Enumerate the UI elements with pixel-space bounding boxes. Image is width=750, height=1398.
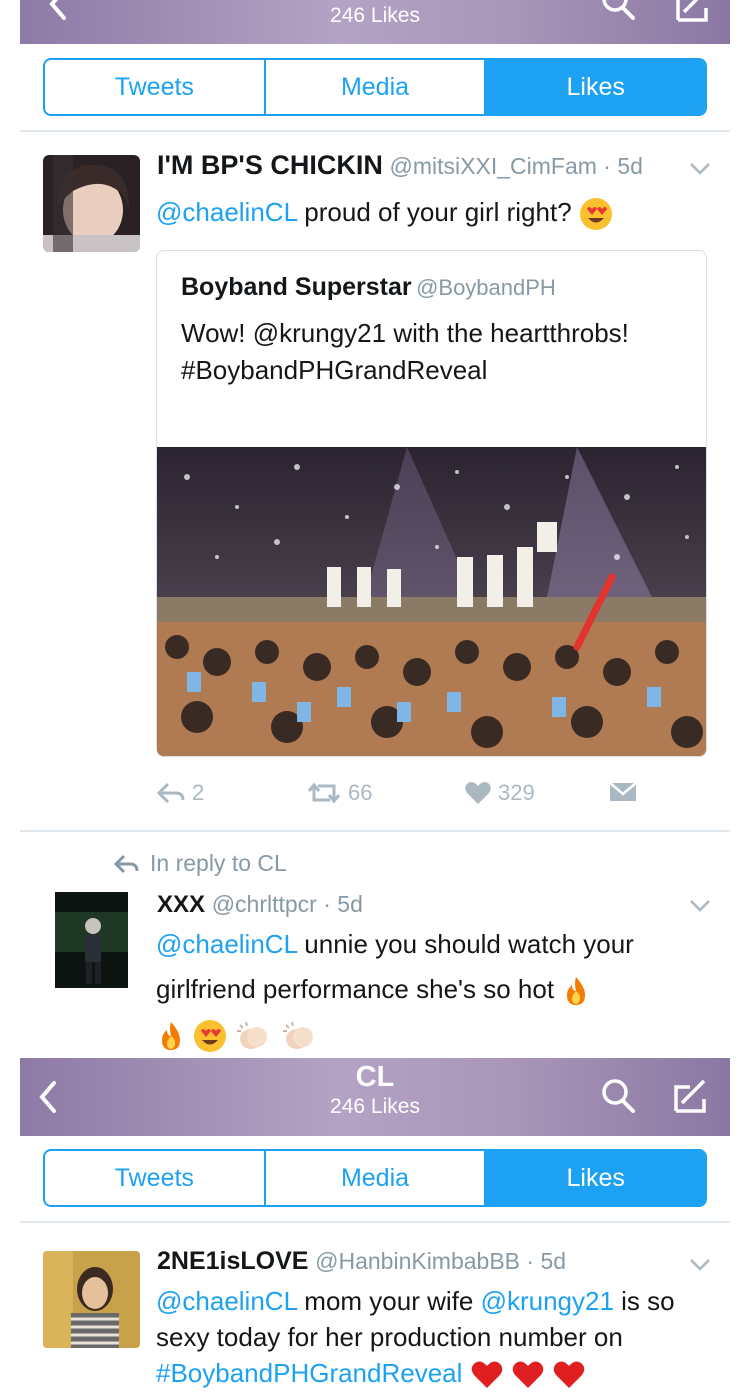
back-icon[interactable] — [38, 0, 82, 26]
display-name[interactable]: 2NE1isLOVE — [157, 1247, 308, 1275]
avatar[interactable] — [55, 892, 128, 988]
clapping-hands-emoji-icon — [282, 1021, 313, 1050]
chevron-down-icon[interactable] — [689, 162, 711, 176]
fire-emoji-icon — [162, 1022, 180, 1051]
timestamp: 5d — [540, 1248, 567, 1274]
divider — [20, 1221, 730, 1223]
timestamp: 5d — [617, 153, 643, 179]
red-heart-emoji-icon — [512, 1361, 544, 1389]
top-nav-bar: 246 Likes — [20, 0, 730, 44]
red-heart-emoji-icon — [471, 1361, 502, 1389]
display-name[interactable]: XXX — [157, 891, 205, 918]
like-button[interactable]: 329 — [464, 780, 535, 806]
tweet-text: @chaelinCL unnie you should watch your g… — [156, 922, 726, 1057]
mention-link[interactable]: @krungy21 — [481, 1286, 614, 1316]
tweet-header: XXX @chrlttpcr · 5d — [157, 891, 363, 918]
search-icon[interactable] — [596, 0, 640, 26]
retweet-icon — [307, 782, 341, 804]
avatar[interactable] — [43, 155, 140, 252]
divider — [20, 830, 730, 832]
tweet-header: I'M BP'S CHICKIN @mitsiXXI_CimFam · 5d — [157, 150, 643, 180]
user-handle[interactable]: @HanbinKimbabBB — [315, 1248, 520, 1274]
tab-likes[interactable]: Likes — [484, 60, 705, 114]
user-handle[interactable]: @mitsiXXI_CimFam — [390, 153, 597, 179]
tweet-actions: 2 66 329 — [156, 780, 656, 812]
profile-tabs: Tweets Media Likes — [43, 1149, 707, 1207]
tweet-header: 2NE1isLOVE @HanbinKimbabBB · 5d — [157, 1247, 567, 1275]
quoted-user-handle: @BoybandPH — [416, 275, 556, 300]
back-icon[interactable] — [28, 1075, 72, 1119]
like-count: 329 — [498, 780, 535, 805]
direct-message-button[interactable] — [608, 780, 644, 804]
profile-nav-bar: CL 246 Likes — [20, 1058, 730, 1136]
heart-icon — [465, 782, 491, 804]
reply-icon — [156, 782, 185, 804]
quoted-tweet-card[interactable]: Boyband Superstar @BoybandPH Wow! @krung… — [156, 250, 707, 757]
tab-tweets[interactable]: Tweets — [45, 1151, 264, 1205]
avatar[interactable] — [43, 1251, 140, 1348]
quoted-tweet-header: Boyband Superstar @BoybandPH — [181, 273, 556, 302]
tweet-text: @chaelinCL mom your wife @krungy21 is so… — [156, 1283, 718, 1391]
mention-link[interactable]: @chaelinCL — [156, 197, 297, 227]
timestamp: 5d — [337, 891, 363, 917]
divider — [20, 130, 730, 132]
clapping-hands-emoji-icon — [237, 1021, 268, 1050]
mention-link[interactable]: @chaelinCL — [156, 1286, 297, 1316]
search-icon[interactable] — [596, 1075, 640, 1119]
heart-eyes-emoji-icon — [579, 198, 612, 231]
user-handle[interactable]: @chrlttpcr — [212, 891, 317, 917]
tab-media[interactable]: Media — [263, 60, 485, 114]
profile-tabs: Tweets Media Likes — [43, 58, 707, 116]
tab-media[interactable]: Media — [263, 1151, 485, 1205]
retweet-count: 66 — [348, 780, 373, 805]
reply-count: 2 — [192, 780, 205, 805]
quoted-tweet-text: Wow! @krungy21 with the heartthrobs! #Bo… — [181, 318, 629, 385]
tab-likes[interactable]: Likes — [484, 1151, 705, 1205]
heart-eyes-emoji-icon — [194, 1020, 227, 1053]
chevron-down-icon[interactable] — [689, 899, 711, 913]
chevron-down-icon[interactable] — [689, 1258, 711, 1272]
envelope-icon — [609, 782, 637, 801]
hashtag-link[interactable]: #BoybandPHGrandReveal — [156, 1358, 462, 1388]
reply-icon — [114, 854, 139, 873]
mention-link[interactable]: @chaelinCL — [156, 929, 297, 959]
compose-icon[interactable] — [670, 0, 714, 26]
quoted-display-name: Boyband Superstar — [181, 273, 412, 301]
retweet-button[interactable]: 66 — [306, 780, 372, 806]
fire-emoji-icon — [567, 977, 586, 1006]
compose-icon[interactable] — [668, 1073, 712, 1117]
tweet-text: @chaelinCL proud of your girl right? — [156, 194, 716, 231]
reply-context[interactable]: In reply to CL — [114, 850, 287, 877]
display-name[interactable]: I'M BP'S CHICKIN — [157, 150, 383, 180]
tab-tweets[interactable]: Tweets — [45, 60, 264, 114]
reply-button[interactable]: 2 — [156, 780, 204, 806]
concert-photo[interactable] — [157, 447, 707, 757]
reply-context-text: In reply to CL — [150, 850, 287, 876]
red-heart-emoji-icon — [553, 1361, 585, 1389]
